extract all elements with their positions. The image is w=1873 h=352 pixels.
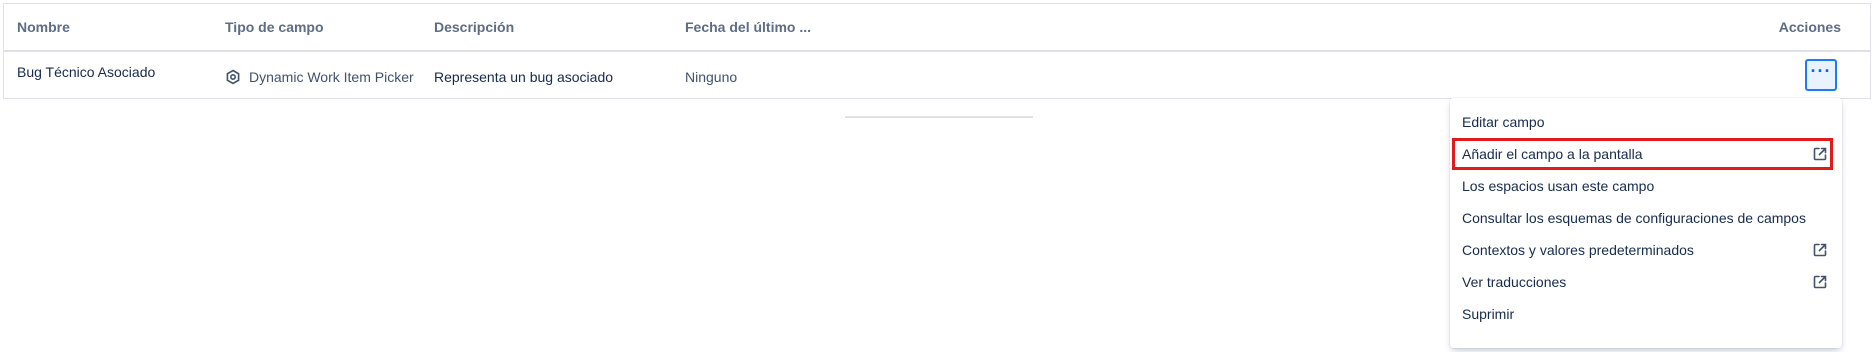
column-header-actions: Acciones xyxy=(1778,19,1841,35)
column-header-name[interactable]: Nombre xyxy=(17,4,70,50)
external-link-icon xyxy=(1813,275,1827,289)
menu-item-label: Los espacios usan este campo xyxy=(1462,178,1655,194)
menu-item-label: Contextos y valores predeterminados xyxy=(1462,242,1694,258)
menu-item-add-field-to-screen[interactable]: Añadir el campo a la pantalla xyxy=(1452,138,1833,170)
field-name-cell: Bug Técnico Asociado xyxy=(17,64,156,80)
column-header-description[interactable]: Descripción xyxy=(434,4,514,50)
menu-item-label: Añadir el campo a la pantalla xyxy=(1462,146,1643,162)
table-header: Nombre Tipo de campo Descripción Fecha d… xyxy=(4,4,1870,52)
menu-item-spaces-using-field[interactable]: Los espacios usan este campo xyxy=(1450,170,1842,202)
field-last-date-cell: Ninguno xyxy=(685,69,738,85)
actions-dropdown-menu: Editar campo Añadir el campo a la pantal… xyxy=(1450,98,1842,348)
menu-item-view-translations[interactable]: Ver traducciones xyxy=(1450,266,1842,298)
more-actions-button[interactable]: ··· xyxy=(1805,59,1837,91)
menu-item-label: Consultar los esquemas de configuracione… xyxy=(1462,210,1806,226)
external-link-icon xyxy=(1813,243,1827,257)
menu-item-label: Suprimir xyxy=(1462,306,1515,322)
field-type-cell: Dynamic Work Item Picker xyxy=(225,54,414,100)
menu-item-edit-field[interactable]: Editar campo xyxy=(1450,106,1842,138)
field-type-label: Dynamic Work Item Picker xyxy=(249,69,414,85)
menu-item-label: Ver traducciones xyxy=(1462,274,1567,290)
more-horizontal-icon: ··· xyxy=(1810,61,1832,81)
menu-item-delete[interactable]: Suprimir xyxy=(1450,298,1842,330)
column-header-type[interactable]: Tipo de campo xyxy=(225,4,324,50)
external-link-icon xyxy=(1813,147,1827,161)
menu-item-contexts-defaults[interactable]: Contextos y valores predeterminados xyxy=(1450,234,1842,266)
hexagon-settings-icon xyxy=(225,69,241,85)
loading-divider xyxy=(845,116,1033,118)
column-header-last-date[interactable]: Fecha del último ... xyxy=(685,4,811,50)
fields-table: Nombre Tipo de campo Descripción Fecha d… xyxy=(3,3,1871,99)
menu-item-label: Editar campo xyxy=(1462,114,1545,130)
field-description-cell: Representa un bug asociado xyxy=(434,69,614,85)
table-row: Bug Técnico Asociado Dynamic Work Item P… xyxy=(4,52,1870,98)
menu-item-field-config-schemes[interactable]: Consultar los esquemas de configuracione… xyxy=(1450,202,1842,234)
